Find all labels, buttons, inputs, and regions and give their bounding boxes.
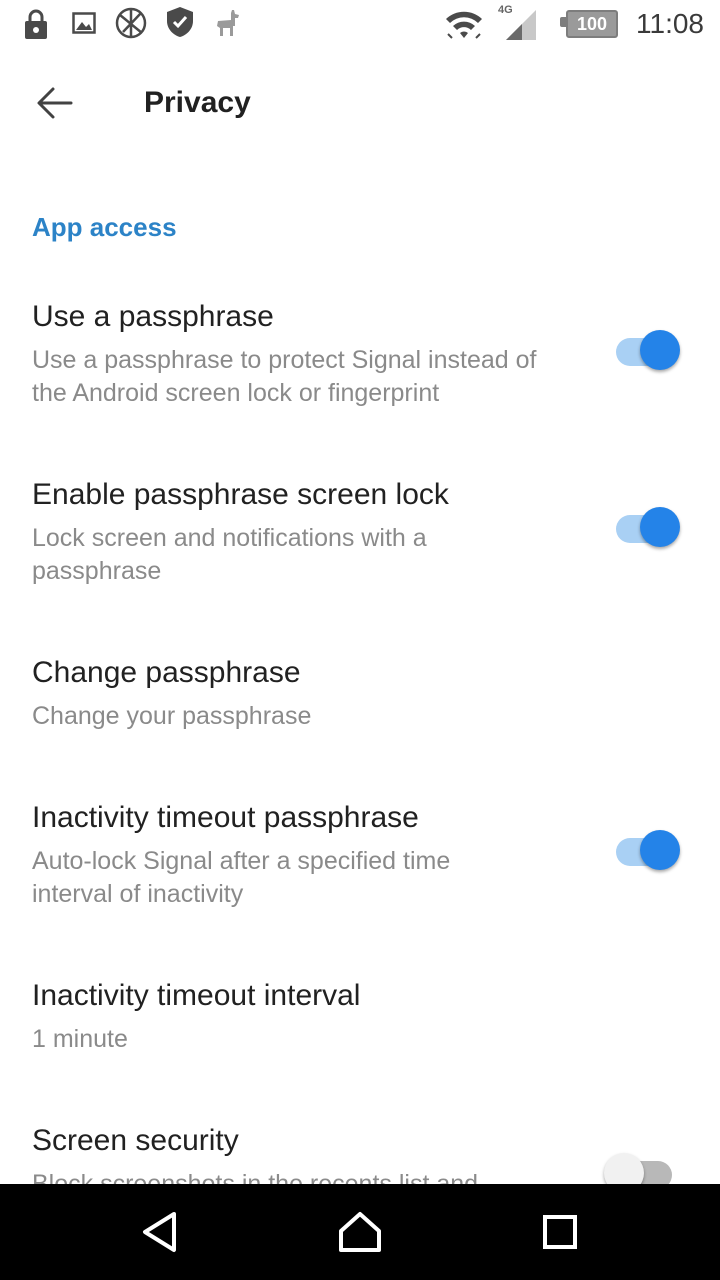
pref-summary: Use a passphrase to protect Signal inste… [32, 346, 537, 407]
pref-use-passphrase[interactable]: Use a passphrase Use a passphrase to pro… [0, 300, 720, 450]
back-arrow-icon [35, 83, 75, 128]
use-passphrase-switch[interactable] [612, 330, 682, 374]
switch-thumb [640, 330, 680, 370]
section-header-app-access: App access [32, 212, 177, 242]
back-triangle-icon [140, 1211, 180, 1258]
pref-title: Inactivity timeout interval [32, 979, 361, 1012]
pref-summary: Block screenshots in the recents list an… [32, 1170, 479, 1184]
battery-icon: 100 [566, 10, 618, 38]
signal-icon [504, 10, 538, 47]
toolbar: Privacy [0, 50, 720, 160]
settings-list[interactable]: App access Use a passphrase Use a passph… [0, 160, 720, 1184]
wifi-icon [444, 8, 484, 47]
status-bar: 4G 100 11:08 [0, 0, 720, 50]
switch-thumb [640, 830, 680, 870]
clock-time: 11:08 [636, 8, 704, 39]
pref-change-passphrase[interactable]: Change passphrase Change your passphrase [0, 656, 720, 776]
screen-lock-switch[interactable] [612, 507, 682, 551]
pref-inactivity-timeout-interval[interactable]: Inactivity timeout interval 1 minute [0, 979, 720, 1099]
pref-summary: Change your passphrase [32, 702, 312, 730]
pref-title: Use a passphrase [32, 300, 274, 333]
nav-back-button[interactable] [130, 1204, 190, 1264]
switch-thumb [604, 1153, 644, 1184]
nav-recents-button[interactable] [530, 1204, 590, 1264]
back-button[interactable] [20, 70, 90, 140]
pref-screen-security[interactable]: Screen security Block screenshots in the… [0, 1124, 720, 1184]
llama-icon [214, 8, 242, 43]
pref-title: Change passphrase [32, 656, 301, 689]
switch-thumb [640, 507, 680, 547]
pref-summary: 1 minute [32, 1025, 128, 1053]
shield-icon [166, 6, 194, 43]
screen-security-switch[interactable] [604, 1153, 682, 1184]
pref-enable-screen-lock[interactable]: Enable passphrase screen lock Lock scree… [0, 478, 720, 628]
nav-home-button[interactable] [330, 1204, 390, 1264]
navigation-bar [0, 1184, 720, 1280]
pref-title: Enable passphrase screen lock [32, 478, 449, 511]
pref-summary: Auto-lock Signal after a specified time … [32, 847, 451, 908]
lock-icon [24, 8, 48, 45]
pref-title: Screen security [32, 1124, 239, 1157]
globe-icon [115, 7, 147, 44]
pref-inactivity-timeout-passphrase[interactable]: Inactivity timeout passphrase Auto-lock … [0, 801, 720, 951]
home-icon [338, 1211, 382, 1258]
pref-title: Inactivity timeout passphrase [32, 801, 419, 834]
page-title: Privacy [144, 86, 251, 119]
recents-icon [542, 1214, 578, 1255]
image-icon [72, 12, 96, 39]
inactivity-timeout-switch[interactable] [612, 830, 682, 874]
pref-summary: Lock screen and notifications with a pas… [32, 524, 427, 585]
